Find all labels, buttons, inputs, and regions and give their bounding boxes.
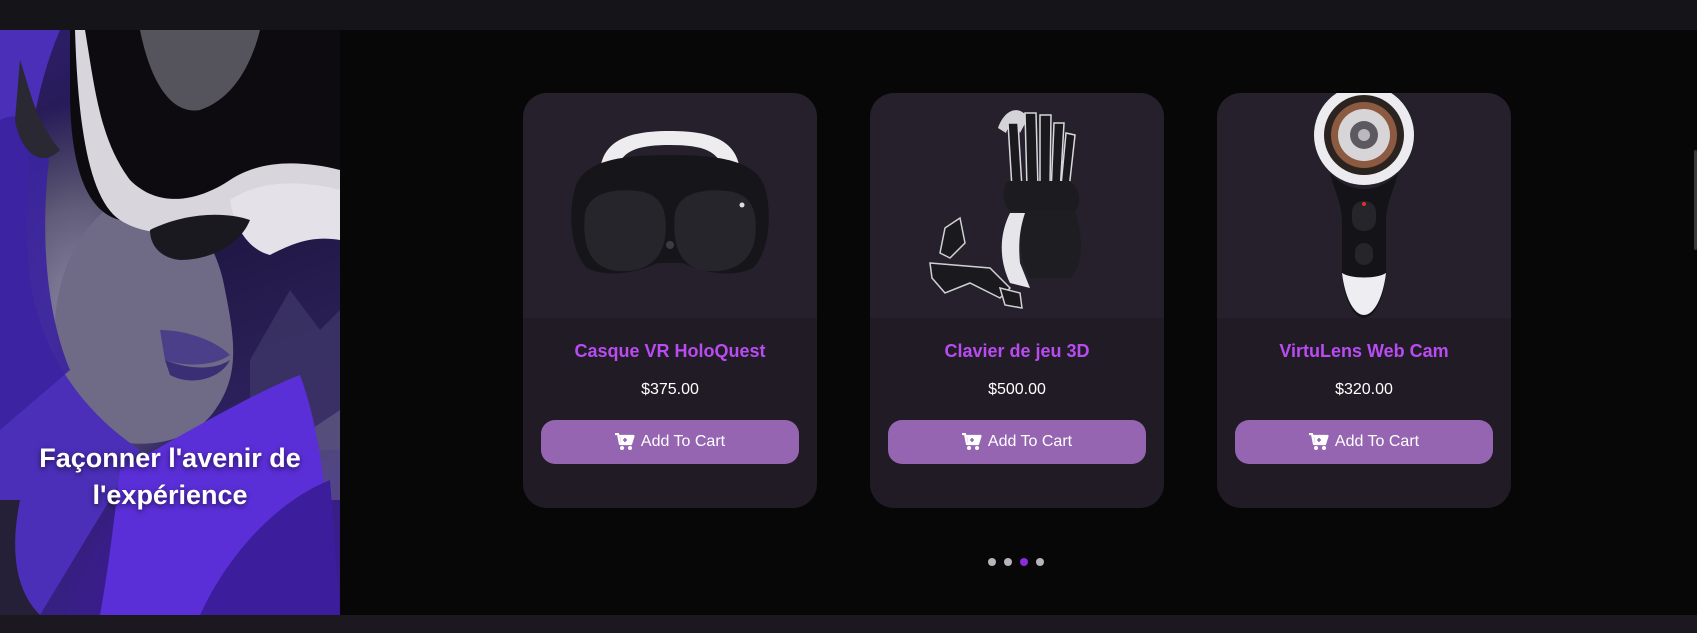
product-card: VirtuLens Web Cam $320.00 Add To Cart: [1217, 93, 1511, 508]
add-to-cart-button[interactable]: Add To Cart: [541, 420, 799, 464]
product-card: Casque VR HoloQuest $375.00 Add To Cart: [523, 93, 817, 508]
add-to-cart-button[interactable]: Add To Cart: [888, 420, 1146, 464]
add-to-cart-label: Add To Cart: [987, 433, 1073, 450]
360-camera-icon: [1314, 93, 1414, 318]
hero-title-line1: Façonner l'avenir de: [39, 443, 301, 473]
add-to-cart-label: Add To Cart: [1334, 433, 1420, 450]
hero-banner: Façonner l'avenir de l'expérience: [0, 30, 340, 615]
product-name[interactable]: Casque VR HoloQuest: [523, 341, 817, 362]
carousel-dot[interactable]: [988, 558, 996, 566]
add-to-cart-label: Add To Cart: [640, 433, 726, 450]
hero-title-line2: l'expérience: [92, 480, 248, 510]
vr-headset-icon: [571, 131, 769, 274]
product-image[interactable]: [1217, 93, 1511, 318]
vr-headset-portrait: [0, 30, 340, 615]
top-bar: [0, 0, 1697, 30]
carousel-pagination: [988, 558, 1044, 566]
product-price: $320.00: [1335, 381, 1393, 398]
product-card: Clavier de jeu 3D $500.00 Add To Cart: [870, 93, 1164, 508]
product-image[interactable]: [870, 93, 1164, 318]
carousel-dot[interactable]: [1004, 558, 1012, 566]
add-to-cart-button[interactable]: Add To Cart: [1235, 420, 1493, 464]
cart-icon: [614, 433, 635, 450]
product-name[interactable]: Clavier de jeu 3D: [870, 341, 1164, 362]
product-price: $375.00: [641, 381, 699, 398]
bottom-bar: [0, 615, 1697, 633]
product-price: $500.00: [988, 381, 1046, 398]
carousel-dot[interactable]: [1036, 558, 1044, 566]
carousel-dot[interactable]: [1020, 558, 1028, 566]
hero-title: Façonner l'avenir de l'expérience: [0, 440, 340, 514]
product-image[interactable]: [523, 93, 817, 318]
haptic-glove-icon: [929, 110, 1082, 309]
cart-icon: [1308, 433, 1329, 450]
product-name[interactable]: VirtuLens Web Cam: [1217, 341, 1511, 362]
cart-icon: [961, 433, 982, 450]
